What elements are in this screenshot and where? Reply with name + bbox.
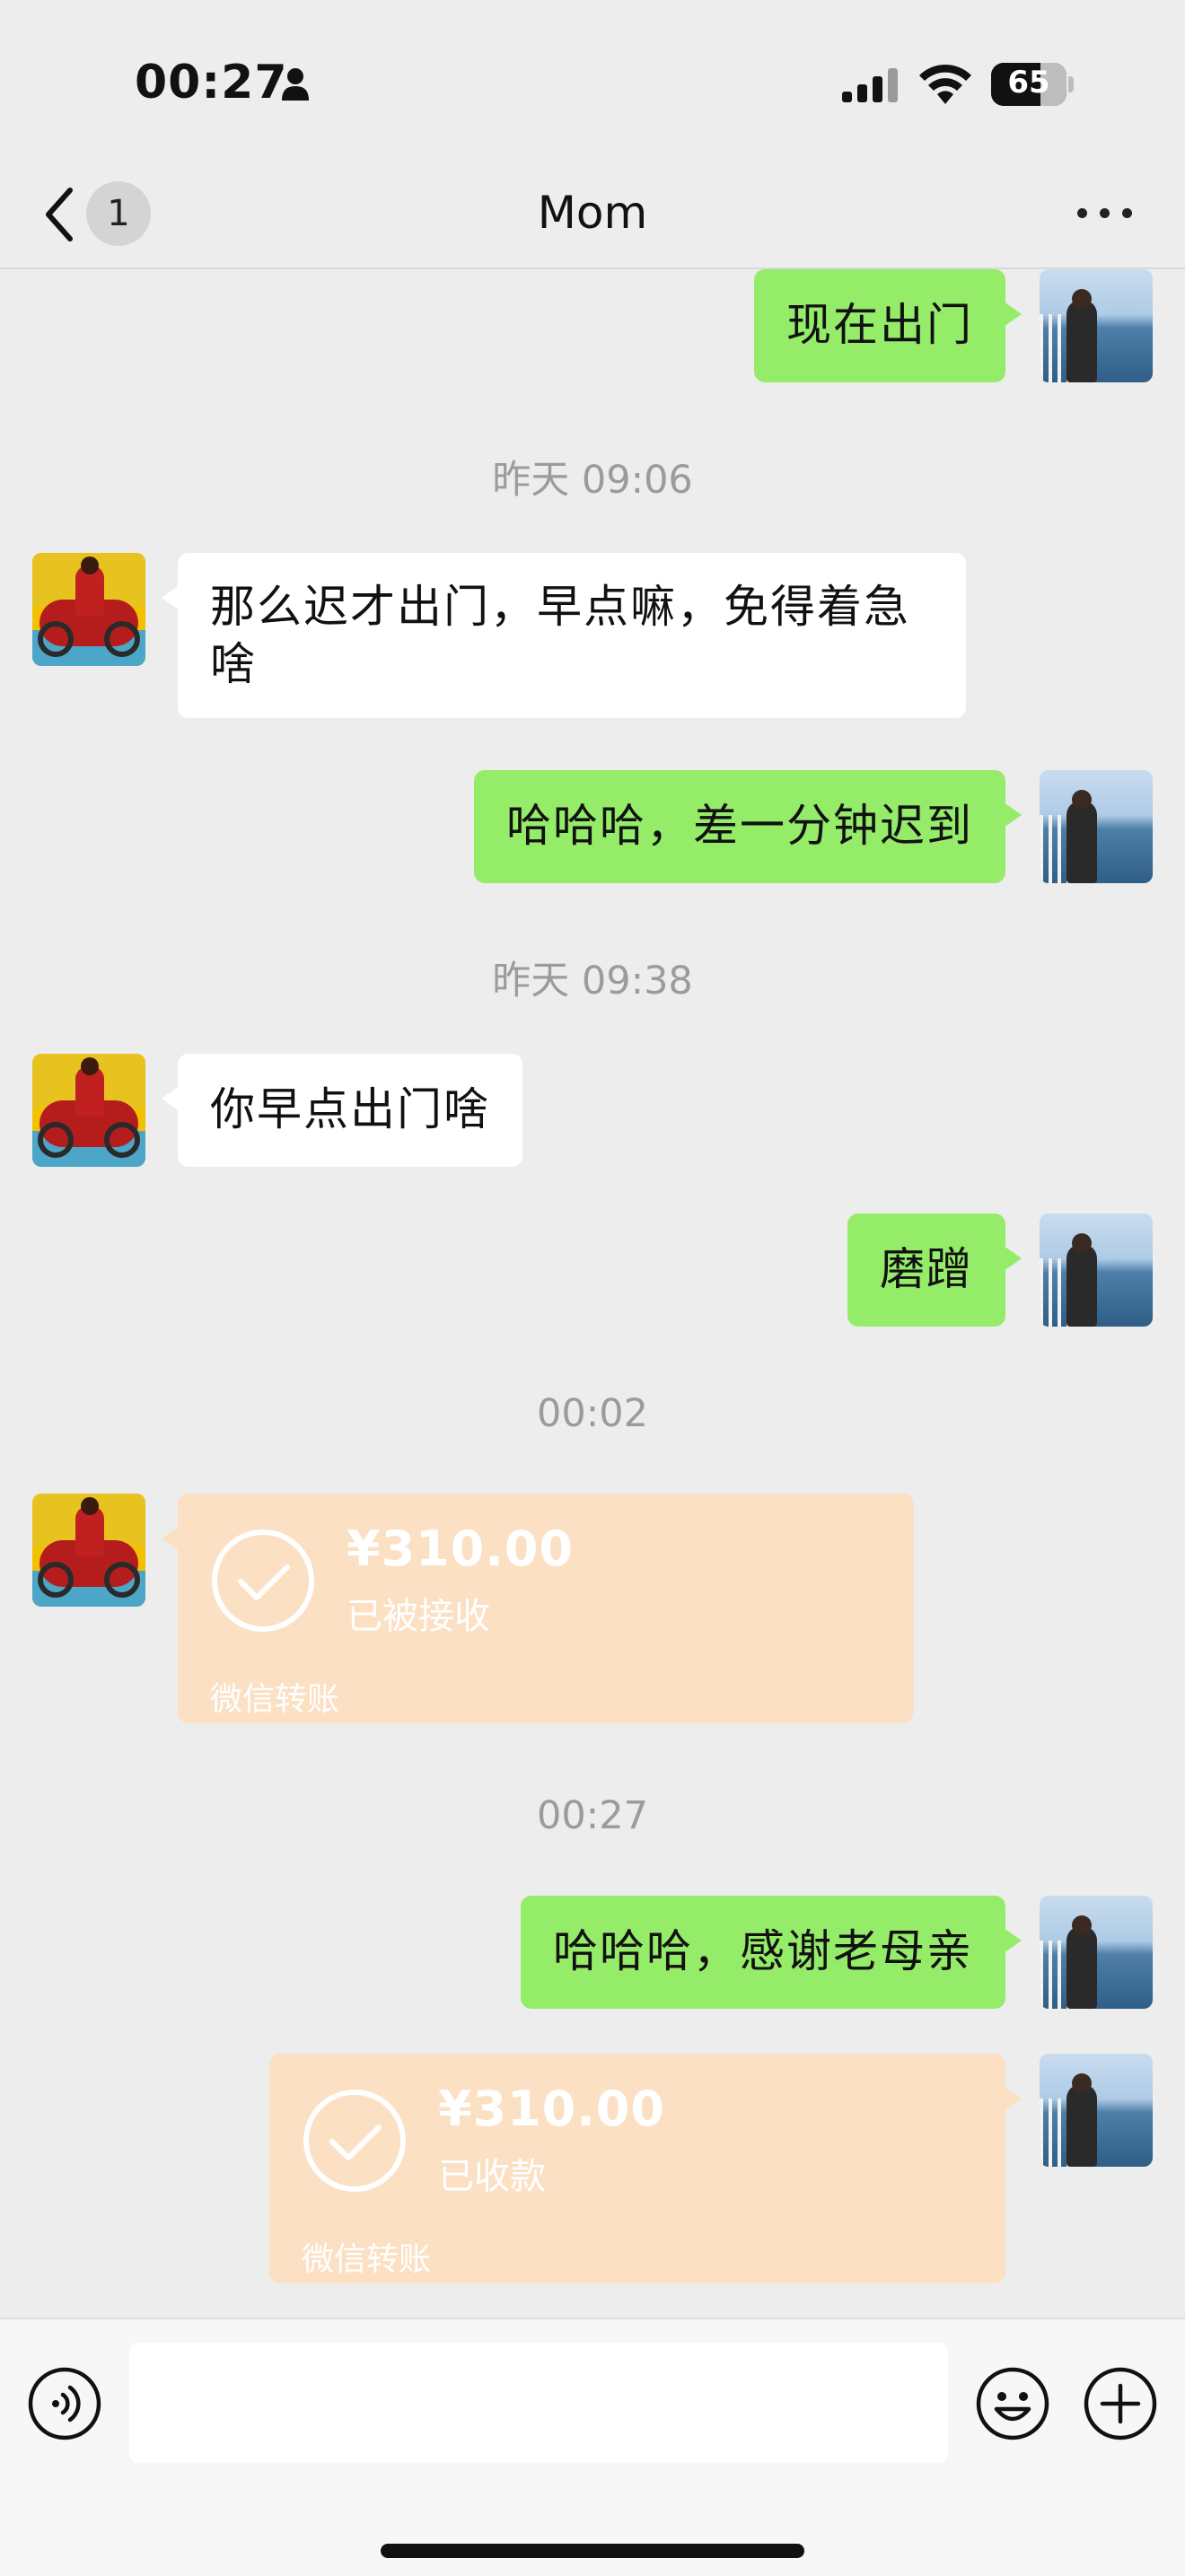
cellular-signal-icon [842,68,898,102]
transfer-card-outgoing[interactable]: ¥310.00 已收款 微信转账 [269,2054,1022,2283]
message-text: 你早点出门啥 [210,1083,490,1135]
message-text: 那么迟才出门，早点嘛，免得着急啥 [210,581,910,690]
message-text: 现在出门 [786,299,973,351]
more-icon[interactable] [1074,199,1137,226]
wifi-icon [919,64,971,104]
chat-title: Mom [537,187,648,239]
avatar-self[interactable] [1040,2054,1153,2167]
check-circle-icon [303,2090,406,2192]
status-bar: 00:27 65 [0,0,1185,162]
transfer-brand: 微信转账 [302,2241,432,2278]
message-bubble-outgoing[interactable]: 现在出门 [754,269,1022,382]
message-bubble-outgoing[interactable]: 磨蹭 [847,1214,1022,1327]
avatar-mom[interactable] [32,1054,145,1167]
message-bubble-outgoing[interactable]: 哈哈哈，差一分钟迟到 [474,770,1022,883]
composer-bar [0,2318,1185,2576]
avatar-mom[interactable] [32,1494,145,1607]
transfer-brand: 微信转账 [210,1681,340,1718]
person-icon [282,68,309,101]
avatar-self[interactable] [1040,1896,1153,2009]
home-indicator [381,2544,804,2558]
check-circle-icon [212,1529,314,1632]
message-bubble-incoming[interactable]: 你早点出门啥 [162,1054,522,1167]
timestamp: 昨天 09:06 [492,458,693,503]
timestamp: 00:27 [537,1793,648,1838]
message-input[interactable] [129,2343,948,2463]
plus-icon[interactable] [1083,2366,1158,2441]
chat-header: 1 Mom [0,162,1185,269]
transfer-amount: ¥310.00 [438,2081,665,2137]
transfer-status: 已被接收 [347,1596,490,1637]
message-text: 磨蹭 [880,1243,973,1295]
avatar-self[interactable] [1040,1214,1153,1327]
message-bubble-incoming[interactable]: 那么迟才出门，早点嘛，免得着急啥 [162,553,966,718]
avatar-self[interactable] [1040,770,1153,883]
avatar-self[interactable] [1040,269,1153,382]
message-text: 哈哈哈，差一分钟迟到 [506,800,973,852]
transfer-card-incoming[interactable]: ¥310.00 已被接收 微信转账 [162,1494,914,1723]
battery-level: 65 [1007,65,1050,101]
message-text: 哈哈哈，感谢老母亲 [553,1925,973,1977]
battery-icon: 65 [991,63,1066,106]
timestamp: 昨天 09:38 [492,959,693,1003]
avatar-mom[interactable] [32,553,145,666]
timestamp: 00:02 [537,1391,648,1436]
message-list[interactable]: 现在出门 昨天 09:06 那么迟才出门，早点嘛，免得着急啥 哈哈哈，差一分钟迟… [0,269,1185,2316]
message-bubble-outgoing[interactable]: 哈哈哈，感谢老母亲 [521,1896,1022,2009]
battery-tip [1068,76,1074,92]
status-time: 00:27 [135,56,288,110]
transfer-status: 已收款 [438,2156,546,2197]
emoji-icon[interactable] [975,2366,1050,2441]
transfer-amount: ¥310.00 [347,1520,574,1577]
voice-icon[interactable] [27,2366,102,2441]
